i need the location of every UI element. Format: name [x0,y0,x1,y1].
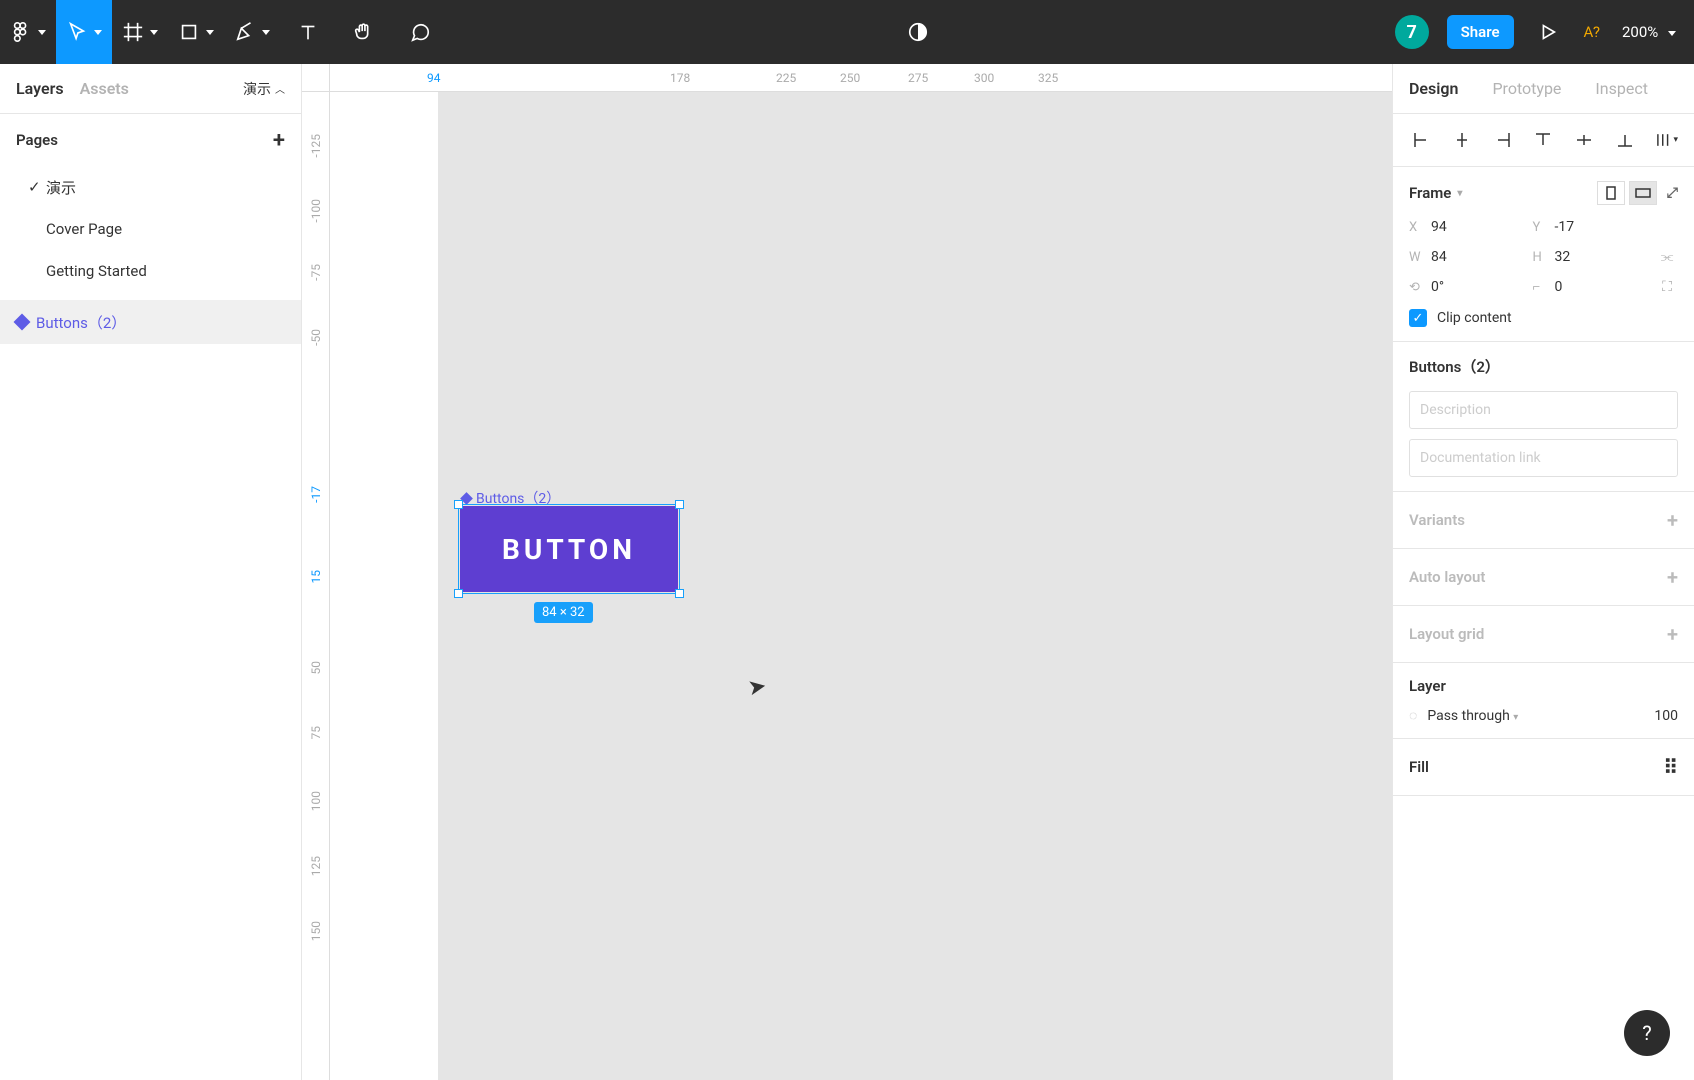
shape-tool[interactable] [168,0,224,64]
ruler-tick: 225 [776,64,796,92]
fill-header: Fill [1409,758,1429,776]
add-page-button[interactable]: + [273,128,285,153]
documentation-input[interactable] [1409,439,1678,477]
add-autolayout[interactable]: + [1667,565,1678,589]
frame-tool[interactable] [112,0,168,64]
ruler-tick: -125 [302,134,330,158]
ruler-tick: 250 [840,64,860,92]
prop-y[interactable]: -17 [1555,219,1649,235]
ruler-tick: 150 [302,921,330,941]
ruler-tick: 325 [1038,64,1058,92]
cursor-icon: ➤ [746,674,768,702]
align-right[interactable] [1491,128,1515,152]
missing-fonts-badge[interactable]: A? [1576,23,1608,41]
contrast-icon[interactable] [897,0,939,64]
zoom-level[interactable]: 200% [1614,23,1684,41]
clip-content-checkbox[interactable]: ✓ [1409,309,1427,327]
layoutgrid-header: Layout grid [1409,625,1484,643]
distribute[interactable]: ▾ [1654,128,1678,152]
page-dropdown[interactable]: 演示 ︿ [243,79,285,99]
tab-layers[interactable]: Layers [16,79,64,98]
hand-tool[interactable] [336,0,392,64]
ruler-tick: 94 [427,64,441,92]
comment-tool[interactable] [392,0,448,64]
layer-label: Buttons（2） [36,312,126,333]
right-sidebar: Design Prototype Inspect ▾ Frame ▾ ⤢ [1392,64,1694,1080]
selection-box [458,504,680,594]
opacity-value[interactable]: 100 [1654,708,1678,724]
component-name: Buttons（2） [1409,356,1500,377]
corner-options[interactable]: ⛶ [1656,279,1678,295]
tab-assets[interactable]: Assets [80,79,129,98]
ruler-corner [302,64,330,92]
blend-icon: ◌ [1409,707,1417,724]
align-top[interactable] [1531,128,1555,152]
prop-w[interactable]: 84 [1431,249,1525,265]
canvas-area[interactable]: 94 178 225 250 275 300 325 -125 -100 -75 -50 -17 15… [302,64,1392,1080]
align-hcenter[interactable] [1450,128,1474,152]
ruler-tick: 100 [302,791,330,811]
tab-inspect[interactable]: Inspect [1595,79,1648,98]
orient-landscape[interactable] [1629,181,1657,205]
variants-header: Variants [1409,511,1465,529]
align-vcenter[interactable] [1572,128,1596,152]
clip-content-label: Clip content [1437,310,1512,326]
move-tool[interactable] [56,0,112,64]
layer-buttons[interactable]: Buttons（2） [0,300,301,344]
pages-header: Pages [16,131,58,149]
add-layoutgrid[interactable]: + [1667,622,1678,646]
page-item[interactable]: ✓演示 [0,166,301,208]
resize-to-fit[interactable]: ⤢ [1667,185,1678,201]
autolayout-header: Auto layout [1409,568,1485,586]
page-item[interactable]: Getting Started [0,250,301,292]
link-wh[interactable]: ⫘ [1656,249,1678,265]
help-button[interactable]: ? [1624,1010,1670,1056]
main-toolbar: 7 Share A? 200% [0,0,1694,64]
left-sidebar: Layers Assets 演示 ︿ Pages + ✓演示Cover Page… [0,64,302,1080]
present-button[interactable] [1526,0,1570,64]
layer-header: Layer [1409,677,1446,695]
ruler-tick: 178 [670,64,690,92]
fill-options[interactable]: ⠿ [1663,755,1678,779]
add-variant[interactable]: + [1667,508,1678,532]
blend-mode[interactable]: Pass through ▾ [1427,708,1518,724]
align-left[interactable] [1409,128,1433,152]
ruler-tick: 15 [302,570,330,584]
ruler-tick: 50 [302,661,330,675]
share-button[interactable]: Share [1447,15,1514,49]
ruler-tick: 275 [908,64,928,92]
tab-design[interactable]: Design [1409,79,1458,98]
text-tool[interactable] [280,0,336,64]
pen-tool[interactable] [224,0,280,64]
description-input[interactable] [1409,391,1678,429]
ruler-tick: -50 [302,329,330,346]
user-avatar[interactable]: 7 [1395,15,1429,49]
page-item[interactable]: Cover Page [0,208,301,250]
prop-x[interactable]: 94 [1431,219,1525,235]
tab-prototype[interactable]: Prototype [1492,79,1561,98]
figma-menu[interactable] [0,0,56,64]
frame-header: Frame [1409,184,1451,202]
ruler-tick: -17 [302,486,330,503]
ruler-tick: 75 [302,726,330,740]
ruler-horizontal: 94 178 225 250 275 300 325 [330,64,1392,92]
orient-portrait[interactable] [1597,181,1625,205]
align-bottom[interactable] [1613,128,1637,152]
prop-rotation[interactable]: 0° [1431,279,1525,295]
ruler-tick: 300 [974,64,994,92]
component-icon [14,314,31,331]
align-controls: ▾ [1393,114,1694,167]
ruler-tick: 125 [302,856,330,876]
ruler-vertical: -125 -100 -75 -50 -17 15 50 75 100 125 150 [302,64,330,1080]
prop-h[interactable]: 32 [1555,249,1649,265]
dimensions-badge: 84 × 32 [534,602,593,623]
ruler-tick: -100 [302,199,330,223]
ruler-tick: -75 [302,264,330,281]
prop-corner[interactable]: 0 [1555,279,1649,295]
